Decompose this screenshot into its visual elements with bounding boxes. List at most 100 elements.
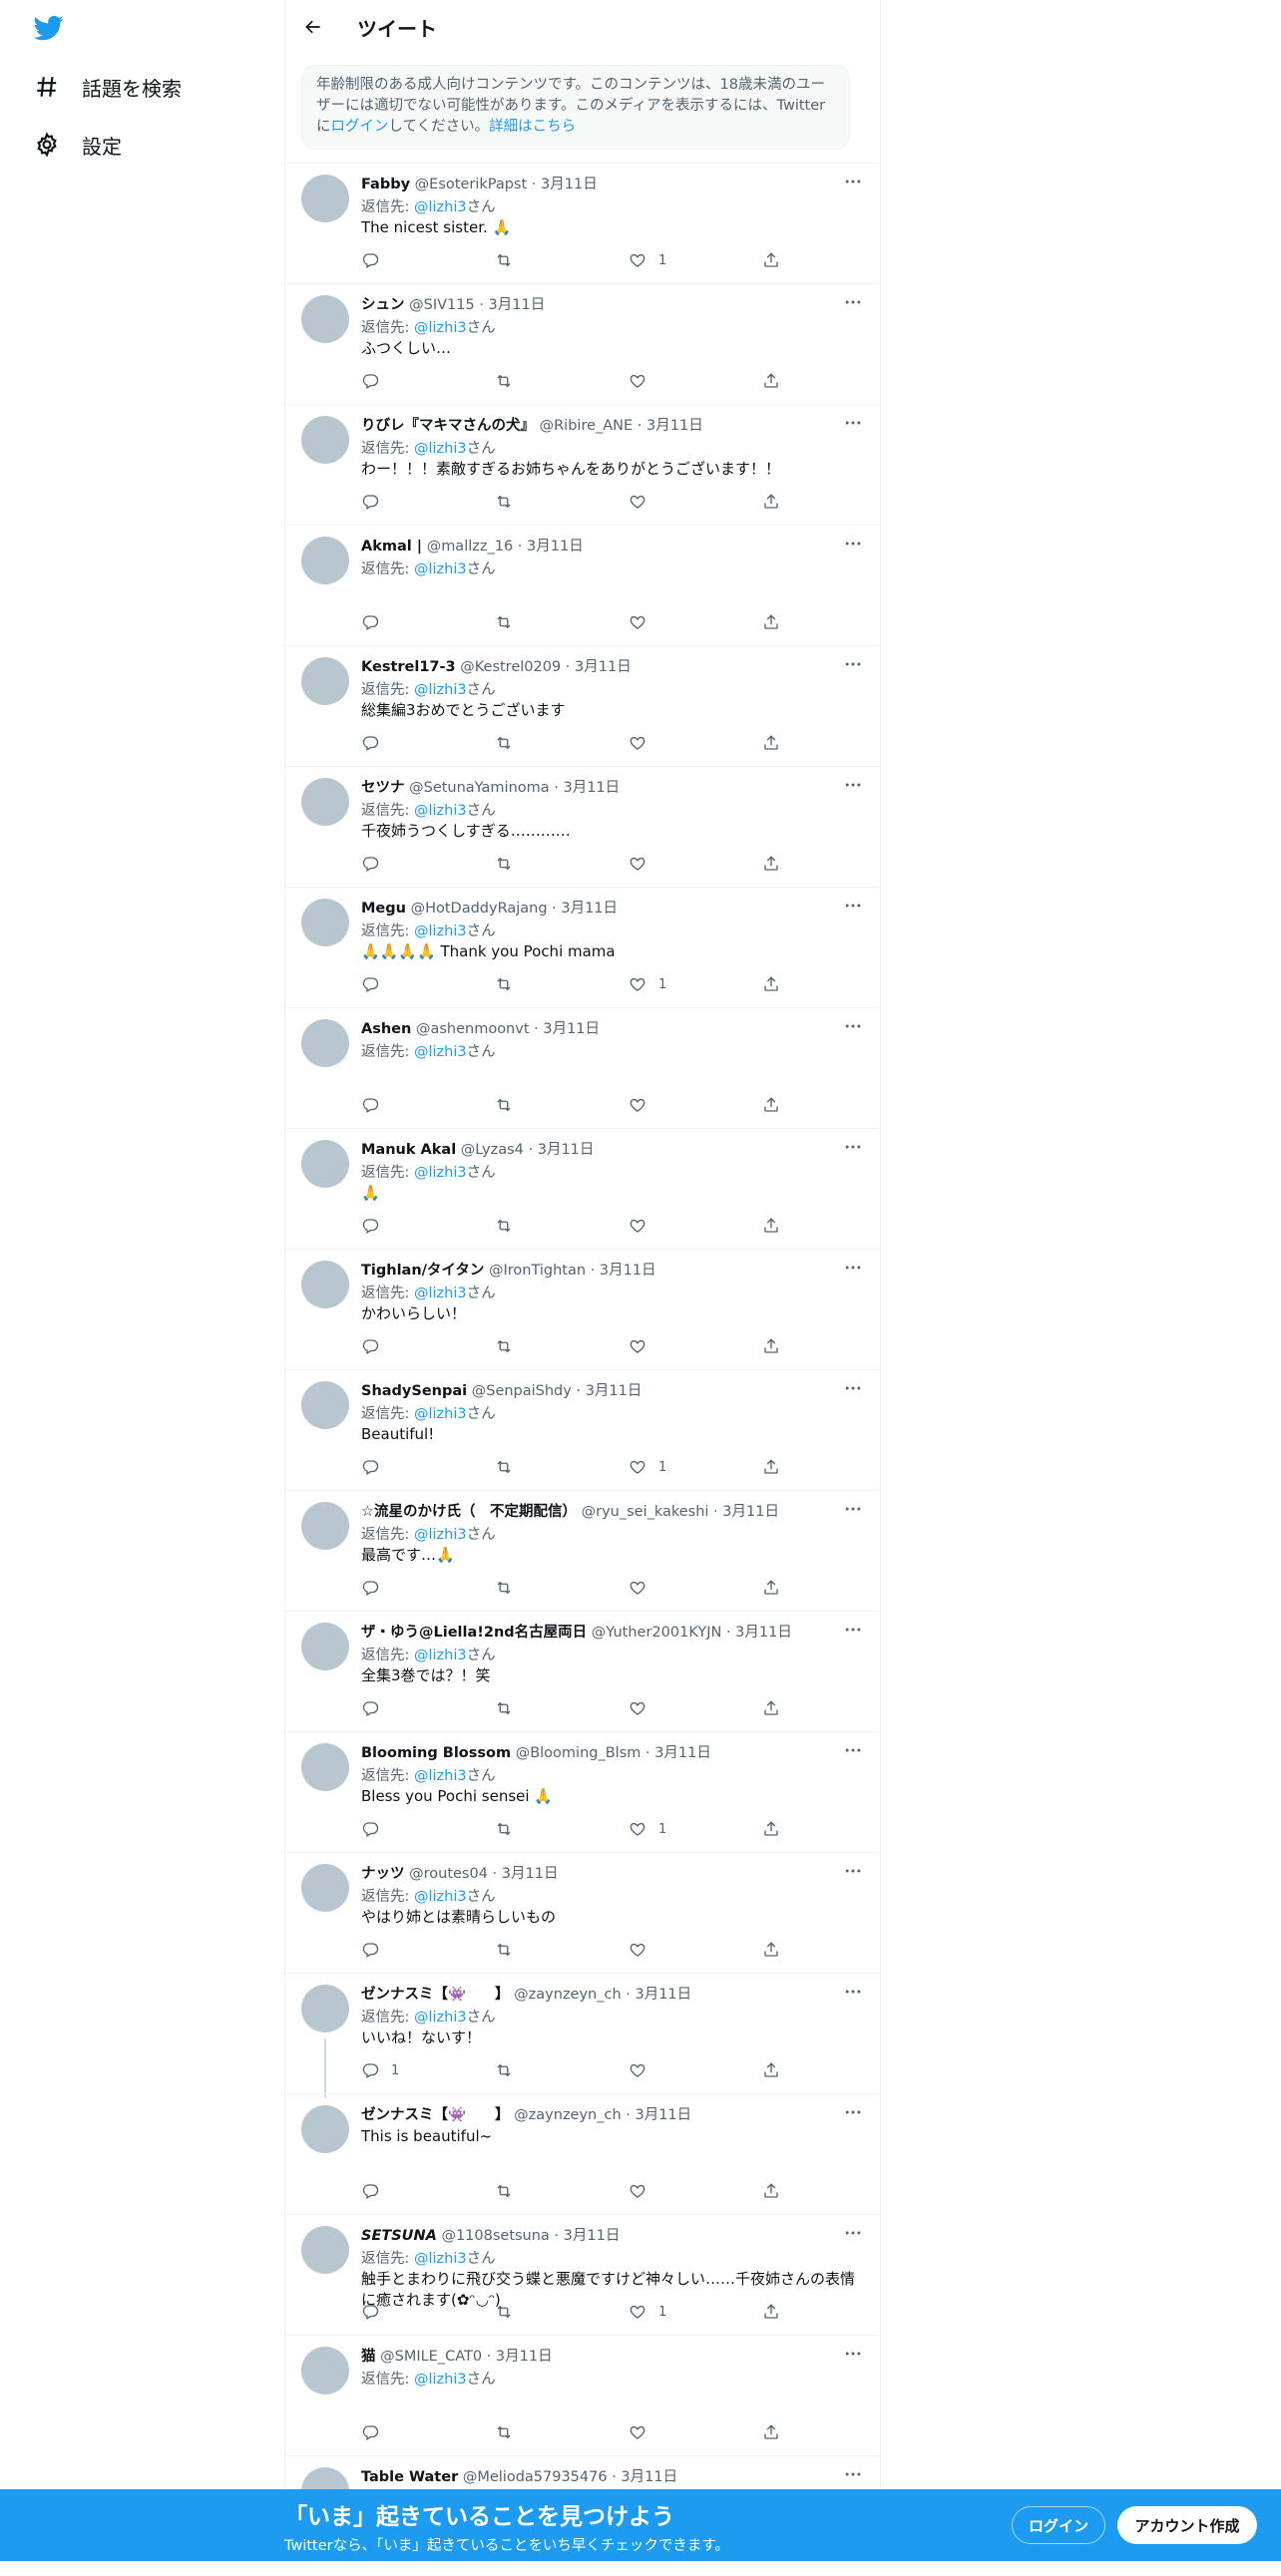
twitter-logo-icon[interactable] xyxy=(33,13,65,43)
tweet-date[interactable]: 3月11日 xyxy=(563,780,620,796)
author-name[interactable]: シュン xyxy=(361,297,405,313)
avatar[interactable] xyxy=(301,1261,349,1308)
retweet-button[interactable] xyxy=(495,370,513,392)
author-name[interactable]: ☆流星のかけ氏（ 不定期配信） xyxy=(361,1504,577,1520)
share-button[interactable] xyxy=(762,2421,780,2443)
like-button[interactable] xyxy=(629,1094,646,1116)
tweet-date[interactable]: 3月11日 xyxy=(646,418,703,434)
share-button[interactable] xyxy=(762,1456,780,1478)
reply-button[interactable] xyxy=(361,2180,379,2202)
more-options-button[interactable] xyxy=(842,1620,864,1640)
share-button[interactable] xyxy=(762,2301,780,2323)
reply-button[interactable] xyxy=(361,1094,379,1116)
tweet[interactable]: ナッツ @routes04 · 3月11日 返信先: @lizhi3さん やはり姉と… xyxy=(285,1852,880,1973)
author-name[interactable]: Tighlan/タイタン xyxy=(361,1263,484,1279)
author-name[interactable]: ナッツ xyxy=(361,1866,405,1882)
share-button[interactable] xyxy=(762,1335,780,1357)
author-handle[interactable]: @1108setsuna xyxy=(441,2228,549,2244)
share-button[interactable] xyxy=(762,249,780,271)
tweet-date[interactable]: 3月11日 xyxy=(564,2228,621,2244)
author-handle[interactable]: @SIV115 xyxy=(409,297,475,313)
avatar[interactable] xyxy=(301,1985,349,2032)
tweet[interactable]: Megu @HotDaddyRajang · 3月11日 返信先: @lizhi3… xyxy=(285,887,880,1007)
avatar[interactable] xyxy=(301,1864,349,1912)
reply-button[interactable] xyxy=(361,2421,379,2443)
share-button[interactable] xyxy=(762,853,780,875)
back-button[interactable] xyxy=(299,13,327,41)
reply-button[interactable] xyxy=(361,732,379,754)
mention-link[interactable]: @lizhi3 xyxy=(414,2372,467,2388)
login-button[interactable]: ログイン xyxy=(1012,2506,1105,2544)
reply-button[interactable] xyxy=(361,370,379,392)
share-button[interactable] xyxy=(762,2059,780,2081)
like-button[interactable] xyxy=(629,732,646,754)
author-handle[interactable]: @routes04 xyxy=(409,1866,488,1882)
more-options-button[interactable] xyxy=(842,1740,864,1760)
retweet-button[interactable] xyxy=(495,2301,513,2323)
like-button[interactable] xyxy=(629,1215,646,1237)
mention-link[interactable]: @lizhi3 xyxy=(414,1648,467,1663)
more-options-button[interactable] xyxy=(842,172,864,191)
details-link[interactable]: 詳細はこちら xyxy=(489,119,576,135)
tweet[interactable]: Ashen @ashenmoonvt · 3月11日 返信先: @lizhi3さん xyxy=(285,1007,880,1128)
author-handle[interactable]: @Lyzas4 xyxy=(461,1142,524,1158)
author-name[interactable]: Kestrel17-3 xyxy=(361,659,456,675)
reply-button[interactable] xyxy=(361,249,379,271)
like-button[interactable] xyxy=(629,853,646,875)
avatar[interactable] xyxy=(301,2347,349,2394)
tweet-date[interactable]: 3月11日 xyxy=(635,1987,691,2003)
reply-button[interactable] xyxy=(361,1697,379,1719)
mention-link[interactable]: @lizhi3 xyxy=(414,2251,467,2267)
more-options-button[interactable] xyxy=(842,1378,864,1398)
author-handle[interactable]: @zaynzeyn_ch xyxy=(514,1987,621,2003)
like-button[interactable] xyxy=(629,2180,646,2202)
author-handle[interactable]: @IronTightan xyxy=(489,1263,586,1279)
mention-link[interactable]: @lizhi3 xyxy=(414,1527,467,1543)
mention-link[interactable]: @lizhi3 xyxy=(414,561,467,577)
author-handle[interactable]: @SetunaYaminoma xyxy=(409,780,550,796)
author-handle[interactable]: @SenpaiShdy xyxy=(472,1383,572,1399)
author-handle[interactable]: @Kestrel0209 xyxy=(460,659,561,675)
more-options-button[interactable] xyxy=(842,413,864,433)
retweet-button[interactable] xyxy=(495,732,513,754)
retweet-button[interactable] xyxy=(495,1456,513,1478)
avatar[interactable] xyxy=(301,537,349,584)
author-handle[interactable]: @ashenmoonvt xyxy=(416,1021,530,1037)
mention-link[interactable]: @lizhi3 xyxy=(414,923,467,939)
retweet-button[interactable] xyxy=(495,2059,513,2081)
tweet[interactable]: 𝙎𝙀𝙏𝙎𝙐𝙉𝘼 @1108setsuna · 3月11日 返信先: @lizhi3… xyxy=(285,2214,880,2335)
more-options-button[interactable] xyxy=(842,896,864,916)
tweet[interactable]: ゼンナスミ【👾 】 @zaynzeyn_ch · 3月11日 This is be… xyxy=(285,2093,880,2214)
like-button[interactable] xyxy=(629,1577,646,1599)
author-handle[interactable]: @SMILE_CAT0 xyxy=(380,2349,482,2365)
like-button[interactable]: 1 xyxy=(629,973,666,995)
share-button[interactable] xyxy=(762,732,780,754)
author-name[interactable]: りびレ『マキマさんの犬』 xyxy=(361,418,535,434)
tweet-date[interactable]: 3月11日 xyxy=(538,1142,595,1158)
tweet[interactable]: シュン @SIV115 · 3月11日 返信先: @lizhi3さん ふつくしい… xyxy=(285,283,880,404)
author-name[interactable]: Blooming Blossom xyxy=(361,1745,511,1761)
more-options-button[interactable] xyxy=(842,1861,864,1881)
author-name[interactable]: ゼンナスミ【👾 】 xyxy=(361,2107,510,2123)
share-button[interactable] xyxy=(762,1939,780,1961)
tweet-date[interactable]: 3月11日 xyxy=(543,1021,600,1037)
retweet-button[interactable] xyxy=(495,973,513,995)
author-name[interactable]: Fabby xyxy=(361,177,410,192)
more-options-button[interactable] xyxy=(842,775,864,795)
share-button[interactable] xyxy=(762,1094,780,1116)
reply-button[interactable] xyxy=(361,1335,379,1357)
reply-button[interactable] xyxy=(361,611,379,633)
mention-link[interactable]: @lizhi3 xyxy=(414,1768,467,1784)
tweet-date[interactable]: 3月11日 xyxy=(654,1745,711,1761)
tweet-date[interactable]: 3月11日 xyxy=(600,1263,656,1279)
mention-link[interactable]: @lizhi3 xyxy=(414,441,467,457)
retweet-button[interactable] xyxy=(495,1697,513,1719)
retweet-button[interactable] xyxy=(495,1215,513,1237)
reply-button[interactable]: 1 xyxy=(361,2059,399,2081)
retweet-button[interactable] xyxy=(495,1577,513,1599)
tweet[interactable]: りびレ『マキマさんの犬』 @Ribire_ANE · 3月11日 返信先: @li… xyxy=(285,404,880,525)
tweet[interactable]: 猫 @SMILE_CAT0 · 3月11日 返信先: @lizhi3さん xyxy=(285,2335,880,2455)
share-button[interactable] xyxy=(762,2180,780,2202)
reply-button[interactable] xyxy=(361,2301,379,2323)
retweet-button[interactable] xyxy=(495,1939,513,1961)
